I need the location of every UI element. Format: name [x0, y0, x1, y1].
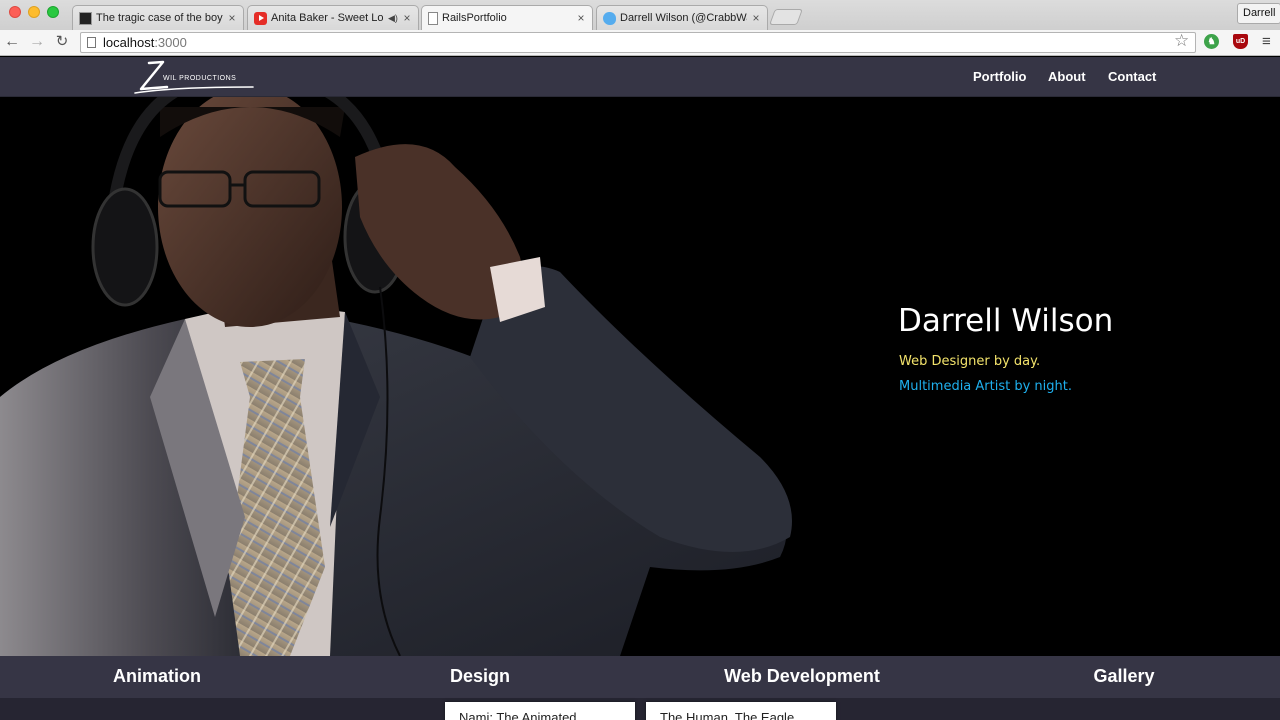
ublock-icon[interactable]: uD	[1233, 34, 1248, 49]
new-tab-button[interactable]	[769, 9, 803, 25]
close-tab-icon[interactable]: ×	[576, 11, 586, 25]
hero-name-heading: Darrell Wilson	[898, 303, 1114, 339]
nav-link-contact[interactable]: Contact	[1108, 69, 1156, 84]
extension-green-icon[interactable]: ♞	[1204, 34, 1219, 49]
nav-link-about[interactable]: About	[1048, 69, 1086, 84]
forward-arrow-icon[interactable]: →	[28, 33, 46, 51]
portfolio-card[interactable]: The Human, The Eagle	[646, 702, 836, 720]
category-bar: Animation Design Web Development Gallery	[0, 656, 1280, 698]
address-bar[interactable]: localhost:3000	[80, 32, 1196, 53]
reload-icon[interactable]: ↻	[53, 33, 71, 51]
nav-link-portfolio[interactable]: Portfolio	[973, 69, 1026, 84]
category-web-development[interactable]: Web Development	[672, 666, 932, 687]
browser-toolbar: ← → ↻ localhost:3000 ☆ ♞ uD ≡	[0, 30, 1280, 56]
tab-title: The tragic case of the boy	[96, 12, 223, 24]
browser-tab-twitter[interactable]: Darrell Wilson (@CrabbWa ×	[596, 5, 768, 30]
hamburger-menu-icon[interactable]: ≡	[1262, 33, 1271, 50]
site-logo[interactable]: WIL PRODUCTIONS	[133, 59, 257, 95]
url-host: localhost	[103, 35, 155, 50]
logo-text: WIL PRODUCTIONS	[163, 75, 237, 82]
bookmark-star-icon[interactable]: ☆	[1174, 31, 1189, 51]
close-tab-icon[interactable]: ×	[402, 11, 412, 25]
tagline-night: Multimedia Artist by night.	[899, 379, 1072, 394]
lulu-icon	[79, 11, 92, 25]
profile-button[interactable]: Darrell	[1237, 3, 1280, 24]
tab-title: RailsPortfolio	[442, 12, 507, 24]
minimize-window-icon[interactable]	[28, 6, 40, 18]
browser-tab-railsportfolio[interactable]: RailsPortfolio ×	[421, 5, 593, 30]
maximize-window-icon[interactable]	[47, 6, 59, 18]
speaker-icon[interactable]: ◀)	[388, 13, 398, 24]
close-tab-icon[interactable]: ×	[227, 11, 237, 25]
hero-section: Darrell Wilson Web Designer by day. Mult…	[0, 97, 1280, 656]
close-tab-icon[interactable]: ×	[751, 11, 761, 25]
youtube-icon	[254, 11, 267, 25]
browser-tab-lulu[interactable]: The tragic case of the boy ×	[72, 5, 244, 30]
category-design[interactable]: Design	[350, 666, 610, 687]
browser-tab-bar: The tragic case of the boy × Anita Baker…	[0, 0, 1280, 30]
tagline-day: Web Designer by day.	[899, 354, 1041, 369]
category-gallery[interactable]: Gallery	[994, 666, 1254, 687]
page-icon	[428, 11, 438, 25]
close-window-icon[interactable]	[9, 6, 21, 18]
back-arrow-icon[interactable]: ←	[3, 33, 21, 51]
url-port: :3000	[154, 35, 187, 50]
portfolio-card[interactable]: Nami: The Animated	[445, 702, 635, 720]
page-icon	[87, 37, 96, 48]
twitter-icon	[603, 11, 616, 25]
portfolio-cards-area: Nami: The Animated The Human, The Eagle	[0, 698, 1280, 720]
hero-portrait-image	[0, 97, 792, 656]
tab-title: Darrell Wilson (@CrabbWa	[620, 12, 747, 24]
tab-title: Anita Baker - Sweet Lo	[271, 12, 384, 24]
browser-tab-youtube[interactable]: Anita Baker - Sweet Lo ◀) ×	[247, 5, 419, 30]
category-animation[interactable]: Animation	[27, 666, 287, 687]
site-navbar: WIL PRODUCTIONS Portfolio About Contact	[0, 57, 1280, 97]
